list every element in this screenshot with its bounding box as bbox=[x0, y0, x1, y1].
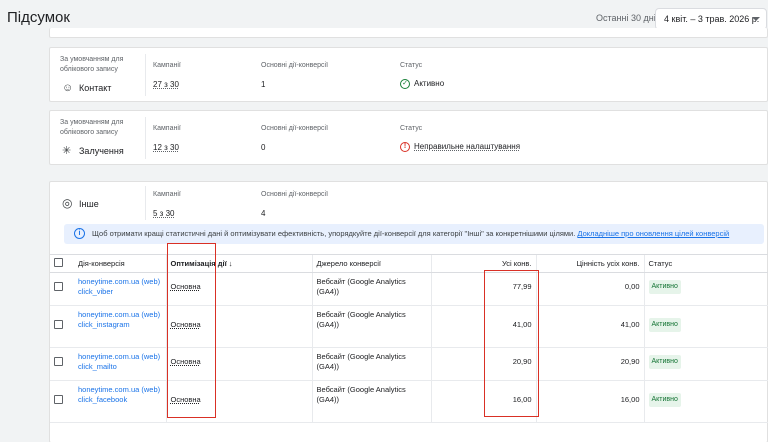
dropdown-caret-icon bbox=[752, 17, 760, 21]
contacts-icon: ☺​ bbox=[62, 82, 74, 94]
primary-actions-label: Основні дії-конверсії bbox=[261, 125, 329, 132]
primary-actions-label: Основні дії-конверсії bbox=[261, 191, 329, 198]
category-name: Контакт bbox=[79, 83, 112, 93]
status-cell: Активно bbox=[643, 272, 768, 306]
row-checkbox-cell[interactable] bbox=[50, 347, 74, 381]
highlight-all-conv-column bbox=[484, 270, 539, 417]
row-checkbox[interactable] bbox=[54, 357, 63, 366]
category-name: Інше bbox=[79, 199, 99, 209]
status-label: Статус bbox=[400, 125, 423, 132]
all-conv-value-cell: 16,00 bbox=[535, 380, 644, 423]
default-tag: За умовчанням для облікового запису bbox=[60, 56, 124, 73]
all-conv-value-cell: 41,00 bbox=[535, 305, 644, 348]
campaigns-count[interactable]: 12 з 30 bbox=[153, 143, 179, 152]
divider bbox=[145, 186, 146, 220]
divider bbox=[145, 117, 146, 159]
row-checkbox-cell[interactable] bbox=[50, 272, 74, 306]
category-card-engagement[interactable]: За умовчанням для облікового запису ✳ За… bbox=[49, 110, 768, 165]
table-row: honeytime.com.ua (web) click_viber Основ… bbox=[50, 272, 768, 306]
error-icon: ! bbox=[400, 142, 410, 152]
info-icon: i bbox=[74, 228, 85, 239]
status-value[interactable]: ! Неправильне налаштування bbox=[400, 142, 520, 152]
learn-more-link[interactable]: Докладніше про оновлення цілей конверсій bbox=[577, 229, 729, 238]
row-checkbox-cell[interactable] bbox=[50, 305, 74, 348]
primary-actions-count: 1 bbox=[261, 80, 266, 89]
status-cell: Активно bbox=[643, 347, 768, 381]
date-range-label: Останні 30 днів bbox=[596, 13, 661, 23]
campaigns-count[interactable]: 27 з 30 bbox=[153, 80, 179, 89]
select-all-checkbox[interactable] bbox=[54, 258, 63, 267]
highlight-optimization-column bbox=[167, 243, 216, 418]
conversion-action-link[interactable]: honeytime.com.ua (web) click_mailto bbox=[74, 347, 166, 381]
date-range-selector[interactable]: 4 квіт. – 3 трав. 2026 р. bbox=[655, 8, 767, 30]
info-banner: i Щоб отримати кращі статистичні дані й … bbox=[64, 224, 764, 244]
primary-actions-label: Основні дії-конверсії bbox=[261, 62, 329, 69]
target-icon: ◎ bbox=[62, 196, 73, 210]
previous-category-card bbox=[49, 28, 768, 38]
primary-actions-count: 0 bbox=[261, 143, 266, 152]
divider bbox=[145, 54, 146, 96]
all-conv-value-cell: 0,00 bbox=[535, 272, 644, 306]
column-header-action[interactable]: Дія-конверсія bbox=[74, 254, 166, 273]
campaigns-label: Кампанії bbox=[153, 191, 181, 198]
table-header-row: Дія-конверсія Оптимізація дії ↓ Джерело … bbox=[50, 254, 768, 273]
row-checkbox-cell[interactable] bbox=[50, 380, 74, 423]
column-header-status[interactable]: Статус bbox=[643, 254, 768, 273]
status-cell: Активно bbox=[643, 305, 768, 348]
status-badge: Активно bbox=[648, 318, 681, 332]
source-cell: Вебсайт (Google Analytics (GA4)) bbox=[311, 272, 431, 306]
row-checkbox[interactable] bbox=[54, 282, 63, 291]
conversion-action-link[interactable]: honeytime.com.ua (web) click_viber bbox=[74, 272, 166, 306]
conversion-actions-table: Дія-конверсія Оптимізація дії ↓ Джерело … bbox=[50, 254, 768, 423]
column-header-all-conv-value[interactable]: Цінність усіх конв. bbox=[535, 254, 644, 273]
status-badge: Активно bbox=[648, 355, 681, 369]
table-row: honeytime.com.ua (web) click_instagram О… bbox=[50, 305, 768, 348]
source-cell: Вебсайт (Google Analytics (GA4)) bbox=[311, 347, 431, 381]
column-header-source[interactable]: Джерело конверсії bbox=[311, 254, 431, 273]
row-checkbox[interactable] bbox=[54, 395, 63, 404]
all-conv-value-cell: 20,90 bbox=[535, 347, 644, 381]
table-row: honeytime.com.ua (web) click_facebook Ос… bbox=[50, 380, 768, 423]
primary-actions-count: 4 bbox=[261, 209, 266, 218]
default-tag: За умовчанням для облікового запису bbox=[60, 119, 124, 136]
page-title: Підсумок bbox=[7, 9, 70, 26]
info-text: Щоб отримати кращі статистичні дані й оп… bbox=[92, 229, 576, 238]
campaigns-label: Кампанії bbox=[153, 125, 181, 132]
conversion-action-link[interactable]: honeytime.com.ua (web) click_facebook bbox=[74, 380, 166, 423]
row-checkbox[interactable] bbox=[54, 320, 63, 329]
category-name: Залучення bbox=[79, 146, 124, 156]
engagement-icon: ✳ bbox=[62, 145, 72, 157]
select-all-cell[interactable] bbox=[50, 254, 74, 273]
status-cell: Активно bbox=[643, 380, 768, 423]
conversion-action-link[interactable]: honeytime.com.ua (web) click_instagram bbox=[74, 305, 166, 348]
campaigns-label: Кампанії bbox=[153, 62, 181, 69]
status-badge: Активно bbox=[648, 280, 681, 294]
campaigns-count[interactable]: 5 з 30 bbox=[153, 209, 174, 218]
sort-arrow-down-icon: ↓ bbox=[228, 259, 233, 268]
source-cell: Вебсайт (Google Analytics (GA4)) bbox=[311, 380, 431, 423]
check-circle-icon: ✓ bbox=[400, 79, 410, 89]
status-badge: Активно bbox=[648, 393, 681, 407]
category-card-contact[interactable]: За умовчанням для облікового запису ☺​ К… bbox=[49, 47, 768, 102]
category-card-other: ◎ Інше Кампанії 5 з 30 Основні дії-конве… bbox=[49, 181, 768, 442]
table-row: honeytime.com.ua (web) click_mailto Осно… bbox=[50, 347, 768, 381]
status-label: Статус bbox=[400, 62, 423, 69]
date-range-value: 4 квіт. – 3 трав. 2026 р. bbox=[664, 14, 760, 24]
source-cell: Вебсайт (Google Analytics (GA4)) bbox=[311, 305, 431, 348]
status-value: ✓ Активно bbox=[400, 79, 444, 89]
